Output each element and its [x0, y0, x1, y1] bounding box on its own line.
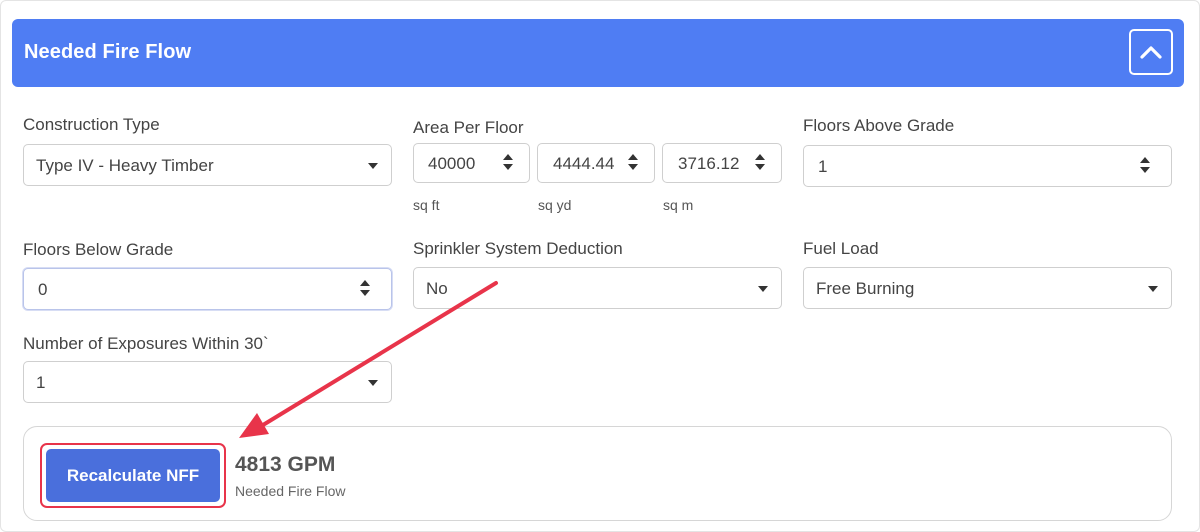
floors-below-grade-value: 0: [38, 280, 48, 299]
annotation-highlight-box: Recalculate NFF: [40, 443, 226, 508]
exposures-value: 1: [36, 373, 46, 392]
recalculate-nff-button[interactable]: Recalculate NFF: [46, 449, 220, 502]
needed-fire-flow-value: 4813 GPM: [235, 453, 336, 476]
sq-m-unit-label: sq m: [663, 197, 694, 213]
area-sq-m-input[interactable]: 3716.12: [662, 143, 782, 183]
sq-ft-unit-label: sq ft: [413, 197, 440, 213]
floors-above-grade-value: 1: [818, 157, 828, 176]
needed-fire-flow-caption: Needed Fire Flow: [235, 483, 346, 499]
floors-above-grade-input[interactable]: 1: [803, 145, 1172, 187]
area-sq-yd-input[interactable]: 4444.44: [537, 143, 655, 183]
sprinkler-deduction-select[interactable]: No: [413, 267, 782, 309]
area-sq-ft-value: 40000: [428, 154, 476, 173]
sprinkler-deduction-value: No: [426, 279, 448, 298]
construction-type-select[interactable]: Type IV - Heavy Timber: [23, 144, 392, 186]
floors-below-grade-input[interactable]: 0: [23, 268, 392, 310]
area-sq-ft-input[interactable]: 40000: [413, 143, 530, 183]
exposures-label: Number of Exposures Within 30`: [23, 334, 269, 353]
result-box: Recalculate NFF 4813 GPM Needed Fire Flo…: [23, 426, 1172, 521]
construction-type-label: Construction Type: [23, 115, 160, 134]
fuel-load-select[interactable]: Free Burning: [803, 267, 1172, 309]
floors-below-grade-label: Floors Below Grade: [23, 240, 174, 259]
collapse-button[interactable]: [1129, 29, 1173, 75]
area-sq-m-value: 3716.12: [678, 154, 740, 173]
panel-header: Needed Fire Flow: [12, 19, 1184, 87]
chevron-down-icon: [758, 286, 768, 292]
chevron-up-icon: [1140, 46, 1162, 59]
stepper-icon[interactable]: [628, 154, 638, 172]
sprinkler-deduction-label: Sprinkler System Deduction: [413, 239, 623, 258]
exposures-select[interactable]: 1: [23, 361, 392, 403]
panel-title: Needed Fire Flow: [24, 41, 192, 63]
fuel-load-label: Fuel Load: [803, 239, 879, 258]
stepper-icon[interactable]: [503, 154, 513, 172]
sq-yd-unit-label: sq yd: [538, 197, 572, 213]
chevron-down-icon: [368, 163, 378, 169]
construction-type-value: Type IV - Heavy Timber: [36, 156, 214, 175]
chevron-down-icon: [368, 380, 378, 386]
floors-above-grade-label: Floors Above Grade: [803, 116, 955, 135]
stepper-icon[interactable]: [755, 154, 765, 172]
needed-fire-flow-panel: Needed Fire Flow Construction Type Type …: [0, 0, 1200, 532]
fuel-load-value: Free Burning: [816, 279, 915, 298]
stepper-icon[interactable]: [360, 280, 370, 298]
chevron-down-icon: [1148, 286, 1158, 292]
area-sq-yd-value: 4444.44: [553, 154, 615, 173]
area-per-floor-label: Area Per Floor: [413, 118, 524, 137]
stepper-icon[interactable]: [1140, 157, 1150, 175]
